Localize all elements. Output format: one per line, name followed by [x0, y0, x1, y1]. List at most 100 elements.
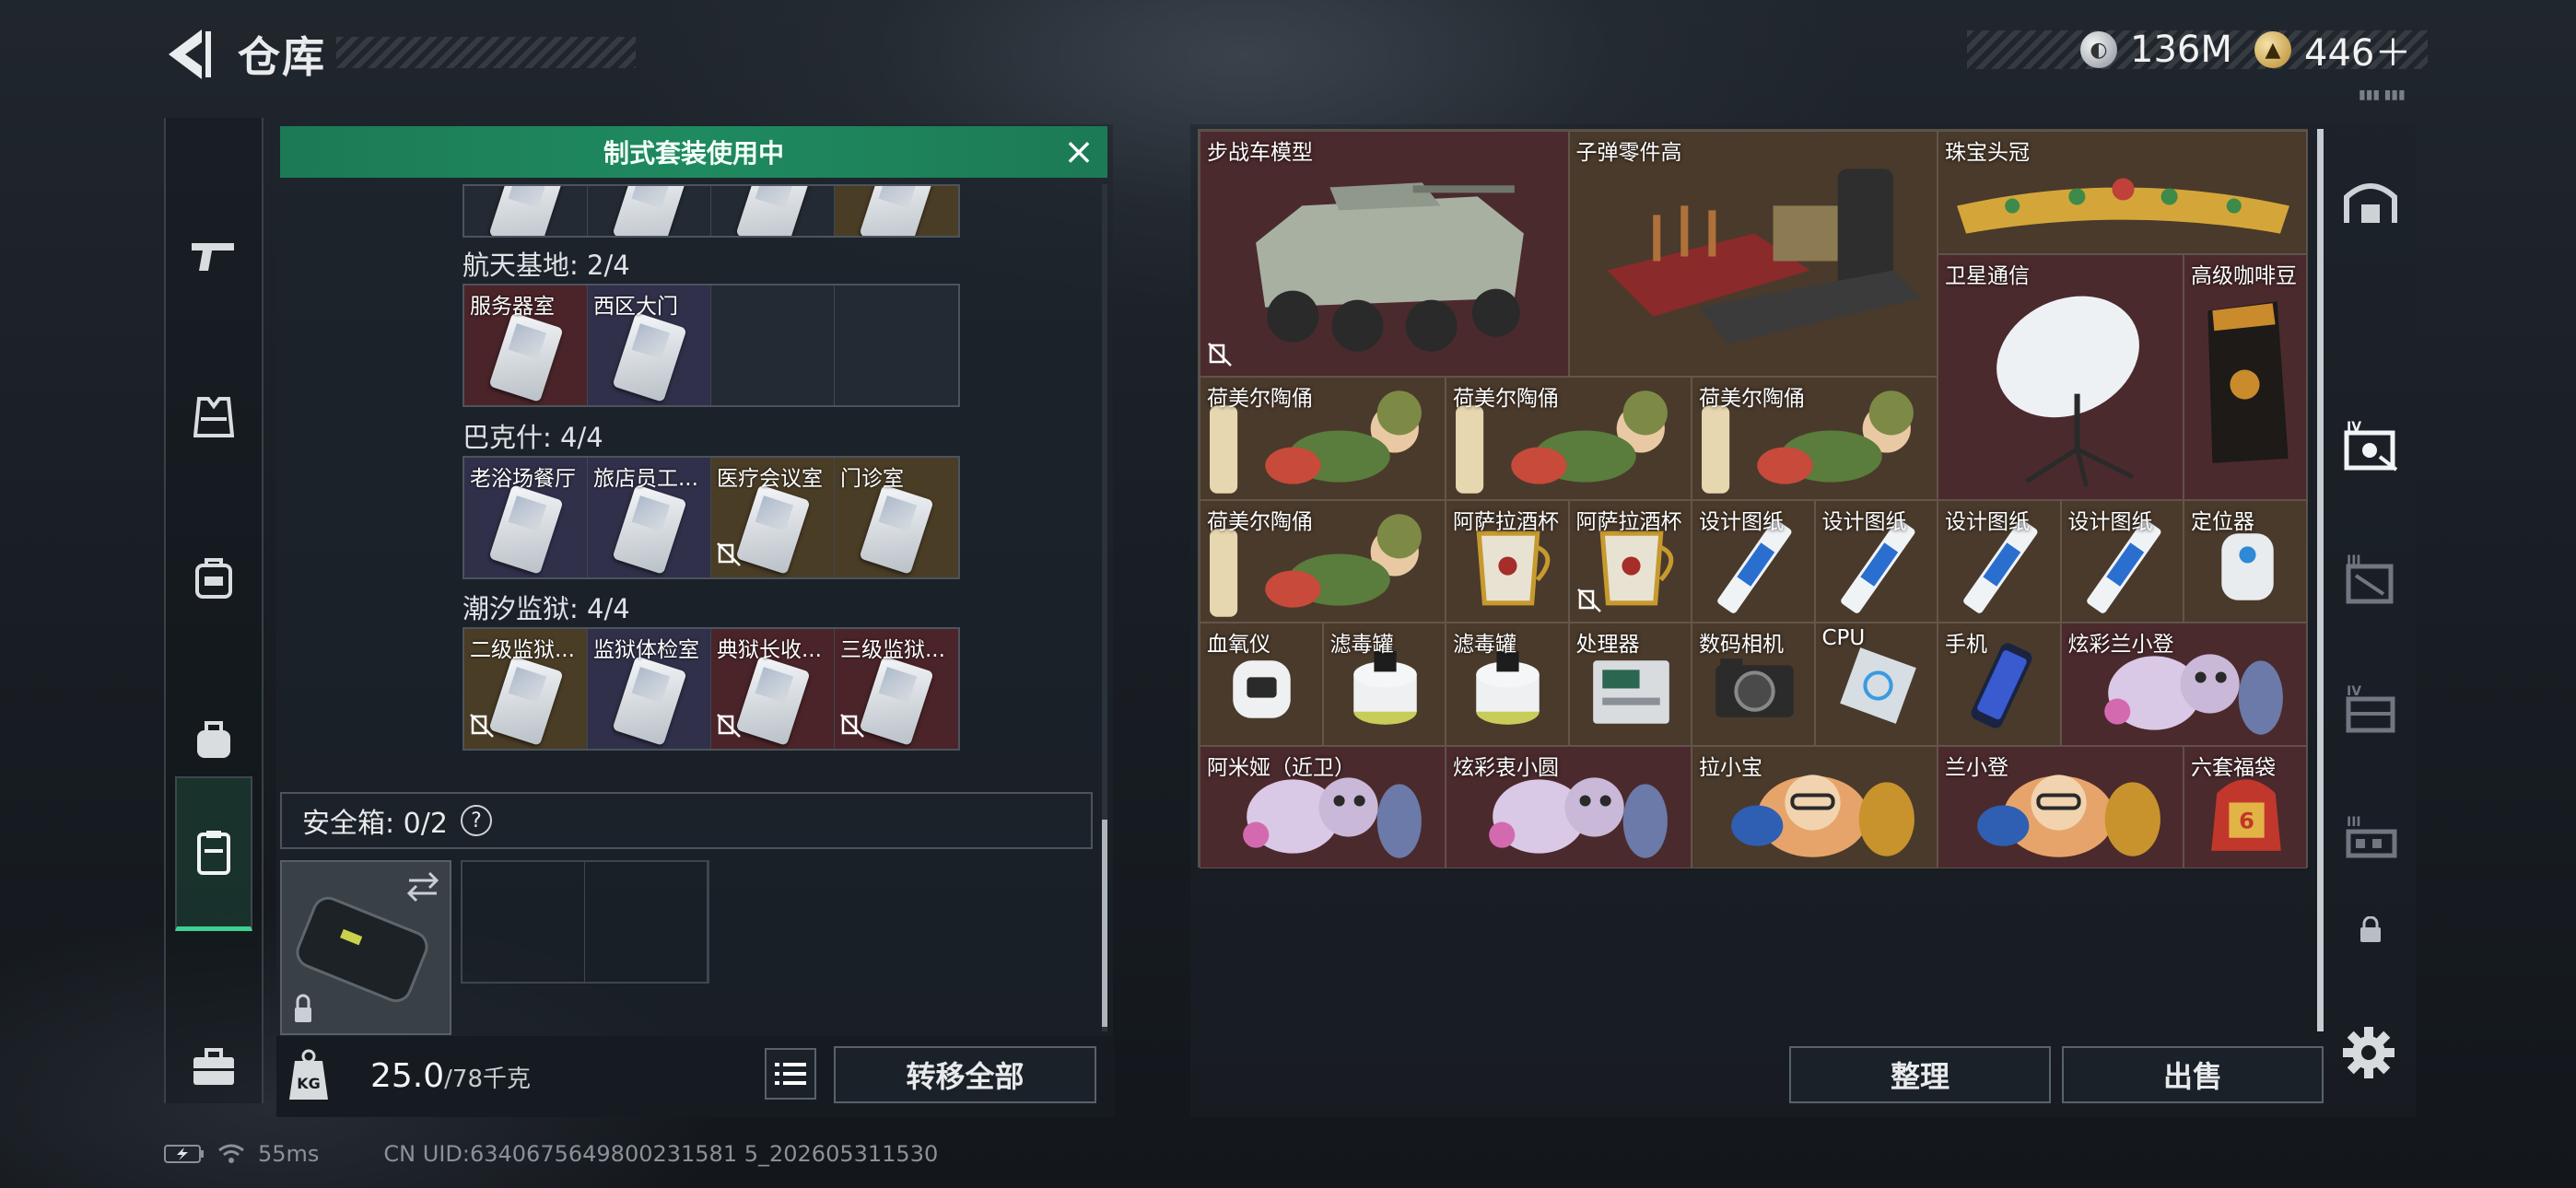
- stash-item[interactable]: 6 六套福袋: [2184, 745, 2307, 868]
- key-card-slot[interactable]: 西区大门: [588, 285, 711, 405]
- key-slot[interactable]: [464, 186, 588, 236]
- stash-item[interactable]: 荷美尔陶俑: [1200, 499, 1446, 623]
- key-card-slot[interactable]: 医疗会议室: [711, 458, 835, 577]
- stash-item[interactable]: 拉小宝: [1692, 745, 1938, 868]
- transfer-all-button[interactable]: 转移全部: [834, 1046, 1096, 1103]
- stash-item[interactable]: 阿米娅（近卫）: [1200, 745, 1446, 868]
- sell-button[interactable]: 出售: [2062, 1046, 2324, 1103]
- stash-item-label: 手机: [1945, 633, 1987, 657]
- stash-item[interactable]: 阿萨拉酒杯: [1568, 499, 1692, 623]
- battery-charging-icon: [164, 1145, 204, 1163]
- key-slot[interactable]: [711, 186, 835, 236]
- key-card-label: 典狱长收...: [717, 638, 822, 662]
- stash-item[interactable]: 滤毒罐: [1322, 623, 1446, 746]
- stash-item[interactable]: 子弹零件高: [1568, 131, 1938, 377]
- stash-item[interactable]: 设计图纸: [2060, 499, 2184, 623]
- stash-item[interactable]: 设计图纸: [1692, 499, 1815, 623]
- armor-tab[interactable]: [166, 348, 262, 486]
- stash-item[interactable]: 荷美尔陶俑: [1200, 377, 1446, 500]
- partial-key-row: [463, 184, 960, 238]
- key-slot[interactable]: [588, 186, 711, 236]
- empty-key-slot[interactable]: [835, 285, 958, 405]
- lock-icon: [2360, 916, 2381, 942]
- help-icon[interactable]: ?: [460, 805, 492, 836]
- key-card-slot[interactable]: 监狱体检室: [588, 629, 711, 749]
- back-arrow-icon[interactable]: [161, 26, 217, 83]
- stash-page-4b-tab[interactable]: IV: [2331, 658, 2410, 760]
- title-decoration: [336, 37, 636, 68]
- triangle-coin-icon: ▲: [2254, 31, 2291, 68]
- stash-item[interactable]: 数码相机: [1692, 623, 1815, 746]
- sort-button[interactable]: 整理: [1789, 1046, 2051, 1103]
- stash-page-sidebar: IV III IV III: [2331, 124, 2410, 1027]
- close-icon[interactable]: ×: [1060, 134, 1098, 172]
- empty-key-slot[interactable]: [711, 285, 835, 405]
- key-card-slot[interactable]: 二级监狱...: [464, 629, 588, 749]
- safe-box-item[interactable]: [280, 860, 451, 1035]
- stash-item[interactable]: 高级咖啡豆: [2184, 253, 2307, 500]
- key-card-label: 旅店员工...: [593, 467, 698, 491]
- stash-home-tab[interactable]: [2331, 152, 2410, 253]
- key-card-tab[interactable]: [175, 776, 252, 931]
- key-card-slot[interactable]: 门诊室: [835, 458, 958, 577]
- safe-box-header: 安全箱: 0/2 ?: [280, 792, 1093, 849]
- toolbox-tab[interactable]: [166, 997, 262, 1136]
- stash-item[interactable]: CPU: [1814, 623, 1938, 746]
- stash-item[interactable]: 设计图纸: [1814, 499, 1938, 623]
- chest-rig-tab[interactable]: [166, 509, 262, 647]
- key-card-icon: [197, 830, 230, 875]
- stash-item[interactable]: 处理器: [1568, 623, 1692, 746]
- key-slot[interactable]: [835, 186, 958, 236]
- stash-item-label: 滤毒罐: [1453, 633, 1516, 657]
- key-card-slot[interactable]: 三级监狱...: [835, 629, 958, 749]
- key-card-slot[interactable]: 旅店员工...: [588, 458, 711, 577]
- stash-scrollbar[interactable]: [2317, 129, 2324, 1031]
- stash-crate-iv-icon: IV: [2344, 420, 2398, 472]
- stash-item-label: 阿萨拉酒杯: [1453, 509, 1559, 534]
- stash-locked-tab[interactable]: [2331, 879, 2410, 981]
- stash-item[interactable]: 炫彩兰小登: [2060, 623, 2307, 746]
- key-card-label: 医疗会议室: [717, 467, 823, 491]
- no-bind-icon: [1576, 588, 1601, 618]
- stash-item[interactable]: 步战车模型: [1200, 131, 1569, 377]
- left-scrollbar-thumb[interactable]: [1102, 820, 1107, 1027]
- stash-item[interactable]: 卫星通信: [1938, 253, 2184, 500]
- stash-item[interactable]: 炫彩衷小圆: [1446, 745, 1692, 868]
- stash-item[interactable]: 设计图纸: [1938, 499, 2061, 623]
- stash-item[interactable]: 阿萨拉酒杯: [1446, 499, 1569, 623]
- stash-page-3-tab[interactable]: III: [2331, 530, 2410, 631]
- key-card-slot[interactable]: 典狱长收...: [711, 629, 835, 749]
- list-view-button[interactable]: [765, 1048, 816, 1100]
- stash-item[interactable]: 荷美尔陶俑: [1446, 377, 1692, 500]
- no-bind-icon: [717, 714, 741, 743]
- weight-kg-icon: KG: [289, 1049, 328, 1100]
- stash-item[interactable]: 定位器: [2184, 499, 2307, 623]
- page-title: 仓库: [238, 32, 326, 82]
- stash-item[interactable]: 兰小登: [1938, 745, 2184, 868]
- stash-page-3b-tab[interactable]: III: [2331, 787, 2410, 889]
- weapons-tab[interactable]: [166, 187, 262, 325]
- settings-gear-icon[interactable]: [2340, 1024, 2397, 1081]
- stash-item[interactable]: 荷美尔陶俑: [1692, 377, 1938, 500]
- stash-item[interactable]: 滤毒罐: [1446, 623, 1569, 746]
- currency-triangle[interactable]: ▲ 446＋: [2254, 24, 2411, 76]
- stash-item-label: 步战车模型: [1207, 141, 1313, 165]
- stash-page-4-tab[interactable]: IV: [2331, 396, 2410, 497]
- currency-hafu[interactable]: ◐ 136M: [2080, 24, 2232, 76]
- stash-item[interactable]: 血氧仪: [1200, 623, 1323, 746]
- no-bind-icon: [717, 542, 741, 572]
- stash-item-label: 数码相机: [1699, 633, 1784, 657]
- safe-box-empty-slots[interactable]: [461, 860, 709, 984]
- stash-item-label: 拉小宝: [1699, 755, 1762, 780]
- stash-item[interactable]: 珠宝头冠: [1938, 131, 2307, 254]
- uid-text: CN UID:6340675649800231581 5_20260531153…: [383, 1141, 939, 1167]
- stash-item-label: 处理器: [1575, 633, 1640, 657]
- stash-item-label: 荷美尔陶俑: [1207, 509, 1313, 534]
- ping-text: 55ms: [258, 1141, 320, 1167]
- key-slot-row: 老浴场餐厅 旅店员工... 医疗会议室 门诊室: [463, 456, 960, 579]
- stash-item[interactable]: 手机: [1938, 623, 2061, 746]
- stash-item-label: 设计图纸: [2067, 509, 2153, 534]
- key-card-slot[interactable]: 服务器室: [464, 285, 588, 405]
- key-card-slot[interactable]: 老浴场餐厅: [464, 458, 588, 577]
- weight-value: 25.0: [370, 1057, 445, 1095]
